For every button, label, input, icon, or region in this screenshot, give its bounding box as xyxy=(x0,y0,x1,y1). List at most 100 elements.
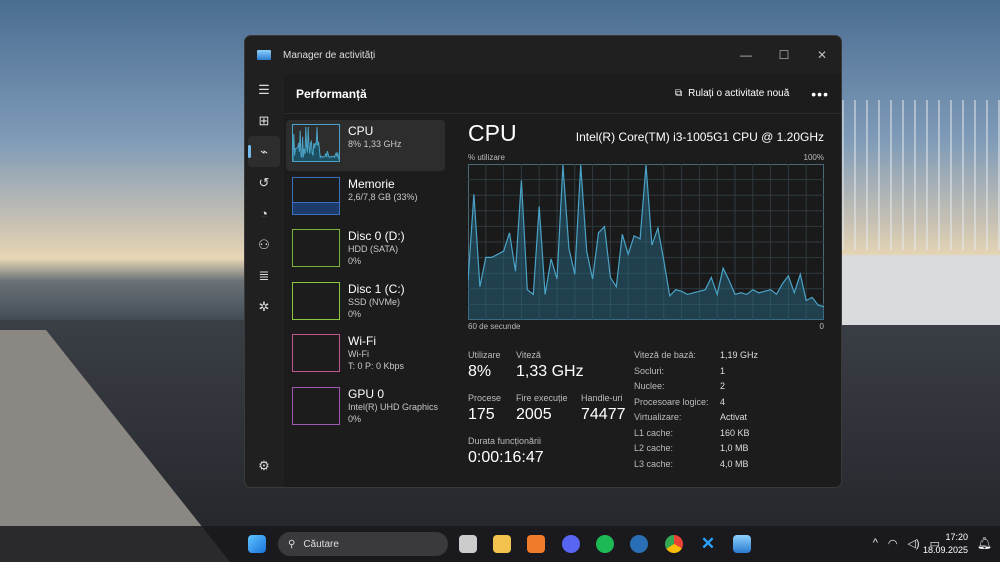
spotify-icon[interactable] xyxy=(596,535,614,553)
sidebar-item-wi-fi[interactable]: Wi-Fi Wi-Fi T: 0 P: 0 Kbps xyxy=(286,330,445,381)
item-name: Disc 0 (D:) xyxy=(348,229,405,243)
uptime-label: Durata funcționării xyxy=(468,436,542,446)
item-sub2: T: 0 P: 0 Kbps xyxy=(348,361,405,371)
item-name: CPU xyxy=(348,124,374,138)
x-app-icon[interactable]: ✕ xyxy=(699,535,717,553)
close-button[interactable]: ✕ xyxy=(803,48,841,62)
notification-bell-icon[interactable]: 🔔︎ xyxy=(977,536,992,550)
speed-label: Viteză xyxy=(516,350,541,360)
app-icon-orange[interactable] xyxy=(527,535,545,553)
app-history-icon[interactable]: ↺ xyxy=(245,167,283,198)
performance-icon[interactable]: ⌁ xyxy=(248,136,280,167)
y-max-label: 100% xyxy=(803,153,824,162)
item-sub2: 0% xyxy=(348,308,362,319)
wifi-icon[interactable]: ◠ xyxy=(888,537,898,550)
sidebar-item-disc-1-c[interactable]: Disc 1 (C:) SSD (NVMe) 0% xyxy=(286,278,445,329)
window-title: Manager de activități xyxy=(283,49,376,61)
startup-apps-icon[interactable]: ◔ xyxy=(245,198,283,229)
mini-graph xyxy=(292,334,340,372)
processes-icon[interactable]: ⊞ xyxy=(245,105,283,136)
wallpaper-wall xyxy=(842,255,1000,325)
hamburger-menu-icon[interactable]: ☰ xyxy=(245,74,283,105)
spec-label: L3 cache: xyxy=(634,458,674,469)
clock[interactable]: 17:20 18.09.2025 xyxy=(923,531,968,557)
spec-value: 1,19 GHz xyxy=(720,350,759,360)
mini-graph xyxy=(292,281,340,320)
more-options-button[interactable]: ••• xyxy=(811,86,829,102)
spec-row: L3 cache: 4,0 MB xyxy=(634,459,758,475)
x-left-label: 60 de secunde xyxy=(468,322,521,331)
nav-rail: ☰ ⊞ ⌁ ↺ ◔ ⚇ ≣ ✲ ⚙ xyxy=(245,74,283,487)
item-sub2: 0% xyxy=(348,256,362,266)
run-new-task-label: Rulați o activitate nouă xyxy=(688,88,790,99)
minimize-button[interactable]: — xyxy=(727,48,765,62)
spec-row: L2 cache: 1,0 MB xyxy=(634,443,758,459)
resource-list: CPU 8% 1,33 GHz Memorie 2,6/7,8 GB (33%) Dis… xyxy=(286,120,445,435)
app-icon-blue[interactable] xyxy=(630,535,648,553)
maximize-button[interactable]: ☐ xyxy=(765,48,803,62)
taskbar: ⚲ Căutare ✕ ^ ◠ ◁) ▭ 17:20 18.09.2025 🔔︎ xyxy=(0,526,1000,562)
utilization-value: 8% xyxy=(468,363,492,380)
threads-value: 2005 xyxy=(516,406,552,423)
task-view-icon[interactable] xyxy=(459,535,477,553)
file-explorer-icon[interactable] xyxy=(493,535,511,553)
run-new-task-button[interactable]: ⧉ Rulați o activitate nouă xyxy=(675,88,789,99)
mini-graph xyxy=(292,229,340,267)
spec-value: Activat xyxy=(720,412,748,422)
processes-label: Procese xyxy=(468,393,502,403)
item-sub: 2,6/7,8 GB (33%) xyxy=(348,191,418,202)
details-icon[interactable]: ≣ xyxy=(245,260,283,291)
item-sub: SSD (NVMe) xyxy=(348,296,401,307)
search-placeholder: Căutare xyxy=(303,538,339,550)
search-box[interactable]: ⚲ Căutare xyxy=(278,532,448,556)
task-manager-window: Manager de activități — ☐ ✕ ☰ ⊞ ⌁ ↺ ◔ ⚇ … xyxy=(244,35,842,488)
handles-label: Handle-uri xyxy=(581,393,623,403)
cpu-specs: Viteză de bază: 1,19 GHz Socluri: 1 Nuclee: 2… xyxy=(634,350,758,474)
app-icon xyxy=(257,50,271,60)
mini-graph xyxy=(292,386,340,425)
settings-gear-icon[interactable]: ⚙ xyxy=(245,450,283,481)
item-name: Wi-Fi xyxy=(348,334,376,348)
chrome-icon[interactable] xyxy=(665,535,683,553)
search-icon: ⚲ xyxy=(288,538,296,550)
item-sub: Intel(R) UHD Graphics xyxy=(348,401,439,412)
services-icon[interactable]: ✲ xyxy=(245,291,283,322)
time: 17:20 xyxy=(945,532,968,542)
processes-value: 175 xyxy=(468,406,495,423)
cpu-heading: CPU xyxy=(468,120,517,146)
sidebar-item-disc-0-d[interactable]: Disc 0 (D:) HDD (SATA) 0% xyxy=(286,225,445,276)
sidebar-item-cpu[interactable]: CPU 8% 1,33 GHz xyxy=(286,120,445,171)
threads-label: Fire execuție xyxy=(516,393,568,403)
users-icon[interactable]: ⚇ xyxy=(245,229,283,260)
volume-icon[interactable]: ◁) xyxy=(907,537,919,550)
x-right-label: 0 xyxy=(819,322,824,331)
mini-cpu-area xyxy=(293,126,339,161)
spec-value: 160 KB xyxy=(720,427,750,438)
spec-label: Socluri: xyxy=(634,365,665,376)
spec-label: Virtualizare: xyxy=(634,412,682,422)
task-manager-taskbar-icon[interactable] xyxy=(733,535,751,553)
chevron-up-icon[interactable]: ^ xyxy=(873,537,878,550)
title-bar[interactable]: Manager de activități — ☐ ✕ xyxy=(245,36,841,74)
content-panel: Performanță ⧉ Rulați o activitate nouă ••… xyxy=(284,74,841,487)
spec-value: 2 xyxy=(720,381,726,391)
item-name: GPU 0 xyxy=(348,386,385,401)
spec-value: 1 xyxy=(720,365,726,376)
spec-value: 1,0 MB xyxy=(720,443,749,453)
mini-memory-fill xyxy=(293,201,339,214)
spec-row: L1 cache: 160 KB xyxy=(634,428,758,444)
item-name: Memorie xyxy=(348,176,395,191)
cpu-detail: CPU Intel(R) Core(TM) i3-1005G1 CPU @ 1.… xyxy=(468,120,824,469)
y-axis-label: % utilizare xyxy=(468,153,505,162)
sidebar-item-memorie[interactable]: Memorie 2,6/7,8 GB (33%) xyxy=(286,173,445,224)
new-task-icon: ⧉ xyxy=(674,88,683,99)
sidebar-item-gpu-0[interactable]: GPU 0 Intel(R) UHD Graphics 0% xyxy=(286,383,445,434)
mini-graph xyxy=(292,124,340,162)
spec-label: L1 cache: xyxy=(634,427,674,438)
mini-graph xyxy=(292,176,340,215)
item-sub: Wi-Fi xyxy=(348,349,369,359)
handles-value: 74477 xyxy=(581,406,626,423)
start-button-icon[interactable] xyxy=(248,535,266,553)
discord-icon[interactable] xyxy=(562,535,580,553)
cpu-usage-chart xyxy=(468,164,824,320)
